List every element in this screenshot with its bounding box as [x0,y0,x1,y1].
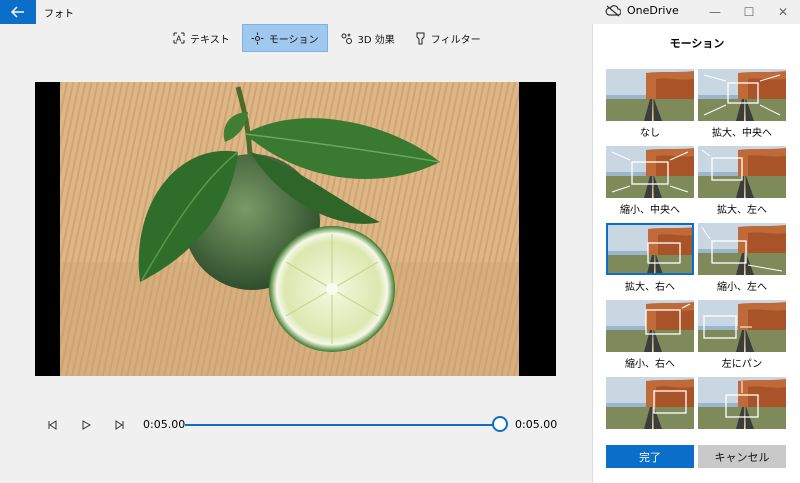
edit-toolbar: A テキスト モーション 3D 効果 フィルター [165,24,489,52]
back-arrow-icon [11,6,24,18]
motion-thumbnail [698,69,786,121]
motion-thumbnail [606,146,694,198]
step-back-button[interactable] [43,416,61,434]
tool-filter-label: フィルター [430,34,481,46]
tool-motion-label: モーション [268,34,319,46]
filter-icon [416,32,425,44]
title-bar: フォト OneDrive — ☐ ✕ [0,0,800,24]
app-title: フォト [44,9,74,20]
tool-text[interactable]: A テキスト [165,24,238,52]
svg-text:A: A [176,35,182,44]
seek-track[interactable] [185,424,500,426]
motion-option[interactable]: 左にパン [698,300,786,372]
motion-thumbnail [606,377,694,429]
close-button[interactable]: ✕ [766,0,800,24]
minimize-icon: — [709,5,721,19]
motion-option-label: 縮小、中央へ [620,205,680,216]
motion-thumbnail [698,223,786,275]
3d-effects-icon [341,32,352,44]
motion-option-label: なし [640,128,660,139]
tool-filter[interactable]: フィルター [407,24,489,52]
maximize-icon: ☐ [743,5,755,19]
motion-thumbnail [606,223,694,275]
tool-text-label: テキスト [190,34,230,46]
minimize-button[interactable]: — [698,0,732,24]
panel-title: モーション [669,37,725,50]
done-button[interactable]: 完了 [606,445,694,468]
motion-icon [251,32,264,44]
motion-option[interactable]: 縮小、右へ [606,300,694,372]
motion-option-label: 縮小、左へ [717,282,767,293]
seek-thumb[interactable] [492,416,508,432]
onedrive-label: OneDrive [627,4,679,17]
motion-option-label: 拡大、左へ [717,205,767,216]
preview-photo [60,82,519,376]
motion-option[interactable]: 縮小、中央へ [606,146,694,218]
motion-option[interactable]: 拡大、中央へ [698,69,786,141]
back-button[interactable] [0,0,36,24]
playback-controls: 0:05.00 0:05.00 [35,410,565,440]
motion-grid: なし 拡大、中央へ 縮小、中央へ 拡大、左へ 拡大、右へ 縮小、左へ 縮小、右へ… [606,69,792,439]
motion-thumbnail [698,300,786,352]
motion-option[interactable]: 縮小、左へ [698,223,786,295]
play-button[interactable] [77,416,95,434]
onedrive-status[interactable]: OneDrive [605,4,679,17]
maximize-button[interactable]: ☐ [732,0,766,24]
step-forward-button[interactable] [111,416,129,434]
motion-option[interactable]: なし [606,69,694,141]
motion-option[interactable] [698,377,786,439]
motion-option[interactable]: 拡大、右へ [606,223,694,295]
motion-thumbnail [698,146,786,198]
cancel-button[interactable]: キャンセル [698,445,786,468]
text-icon: A [173,32,185,44]
tool-motion[interactable]: モーション [241,24,328,52]
motion-thumbnail [698,377,786,429]
step-back-icon [48,420,57,430]
motion-option-label: 拡大、中央へ [712,128,772,139]
step-forward-icon [115,420,124,430]
motion-option-label: 縮小、右へ [625,359,675,370]
motion-option-label: 左にパン [721,359,763,370]
motion-panel: モーション なし 拡大、中央へ 縮小、中央へ 拡大、左へ 拡大、右へ 縮小、左へ… [592,24,800,483]
current-time: 0:05.00 [143,418,186,431]
motion-option[interactable] [606,377,694,439]
motion-thumbnail [606,300,694,352]
onedrive-offline-icon [605,4,621,16]
end-time: 0:05.00 [515,418,558,431]
motion-thumbnail [606,69,694,121]
motion-option-label: 拡大、右へ [625,282,675,293]
video-preview[interactable] [35,82,556,376]
close-icon: ✕ [777,5,789,19]
play-icon [82,420,91,430]
tool-3d-effects[interactable]: 3D 効果 [332,24,403,52]
motion-option[interactable]: 拡大、左へ [698,146,786,218]
tool-3d-effects-label: 3D 効果 [357,34,395,46]
